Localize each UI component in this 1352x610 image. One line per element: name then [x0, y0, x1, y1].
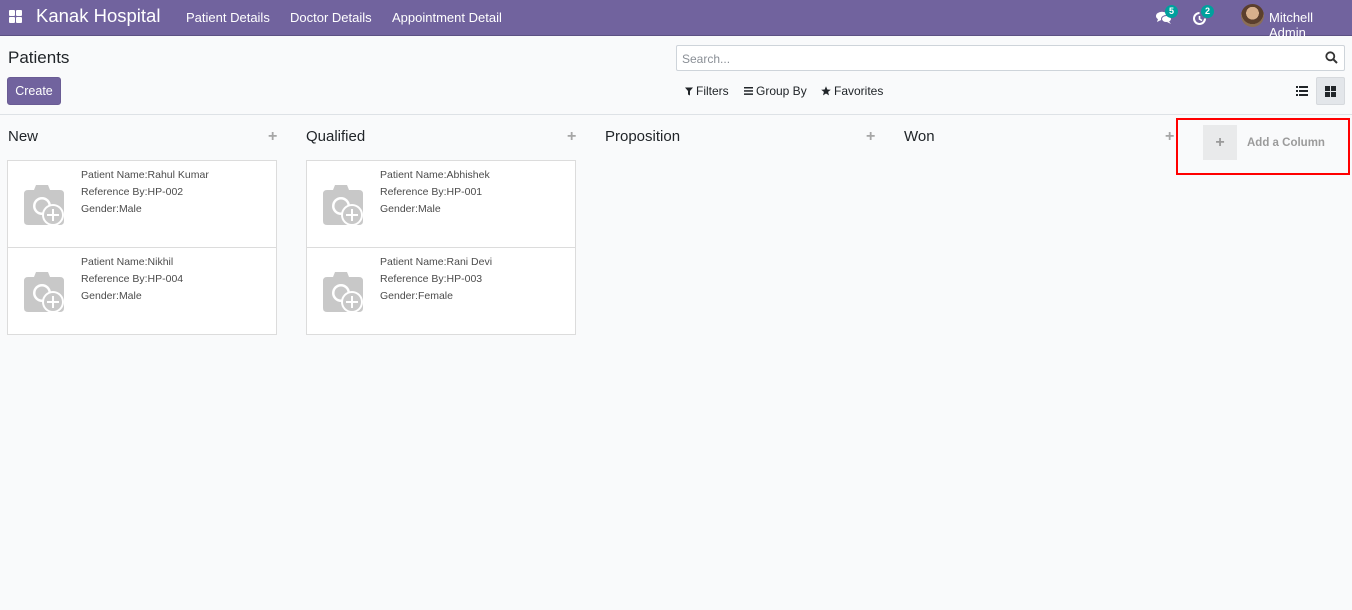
create-button[interactable]: Create: [7, 77, 61, 105]
gender: Gender:Male: [81, 290, 142, 302]
favorites-label: Favorites: [834, 84, 884, 98]
column-title-qualified[interactable]: Qualified: [306, 128, 365, 145]
activities-count-badge: 2: [1201, 5, 1214, 18]
kanban-icon: [1325, 85, 1336, 97]
filters-button[interactable]: Filters: [685, 84, 729, 98]
column-title-proposition[interactable]: Proposition: [605, 128, 680, 145]
patient-name: Patient Name:Rahul Kumar: [81, 169, 209, 181]
kanban-card[interactable]: Patient Name:Abhishek Reference By:HP-00…: [306, 160, 576, 248]
reference-by: Reference By:HP-003: [380, 273, 483, 285]
search-box: [676, 45, 1345, 71]
top-navbar: Kanak Hospital Patient Details Doctor De…: [0, 0, 1352, 40]
messages-count-badge: 5: [1165, 5, 1178, 18]
camera-placeholder-icon: [323, 185, 363, 226]
reference-by: Reference By:HP-001: [380, 186, 483, 198]
search-icon[interactable]: [1325, 51, 1338, 64]
patient-name: Patient Name:Abhishek: [380, 169, 490, 181]
reference-by: Reference By:HP-002: [81, 186, 184, 198]
bars-icon: [744, 87, 753, 95]
menu-doctor-details[interactable]: Doctor Details: [290, 10, 372, 25]
column-quick-add-qualified[interactable]: +: [567, 128, 576, 146]
column-quick-add-proposition[interactable]: +: [866, 128, 875, 146]
camera-placeholder-icon: [323, 272, 363, 313]
column-quick-add-won[interactable]: +: [1165, 128, 1174, 146]
add-column-label[interactable]: Add a Column: [1247, 137, 1325, 149]
camera-placeholder-icon: [24, 185, 64, 226]
apps-menu-icon[interactable]: [9, 10, 22, 23]
kanban-card[interactable]: Patient Name:Nikhil Reference By:HP-004 …: [7, 247, 277, 335]
search-input[interactable]: [682, 50, 1312, 68]
gender: Gender:Male: [81, 203, 142, 215]
page-title: Patients: [8, 48, 70, 67]
add-column-button[interactable]: +: [1203, 125, 1237, 160]
kanban-card[interactable]: Patient Name:Rani Devi Reference By:HP-0…: [306, 247, 576, 335]
favorites-button[interactable]: Favorites: [821, 84, 883, 98]
patient-name: Patient Name:Nikhil: [81, 256, 174, 268]
menu-appointment-detail[interactable]: Appointment Detail: [392, 10, 502, 25]
app-brand[interactable]: Kanak Hospital: [36, 5, 160, 27]
group-by-button[interactable]: Group By: [744, 84, 807, 98]
kanban-board: New + Patient Name:Rahul Kumar Reference…: [0, 116, 1352, 610]
messages-button[interactable]: 5: [1156, 5, 1178, 27]
camera-placeholder-icon: [24, 272, 64, 313]
column-title-won[interactable]: Won: [904, 128, 935, 145]
column-title-new[interactable]: New: [8, 128, 38, 145]
gender: Gender:Female: [380, 290, 453, 302]
control-panel: Patients Create Filters Group By Favorit…: [0, 36, 1352, 115]
user-avatar[interactable]: [1241, 4, 1264, 27]
menu-patient-details[interactable]: Patient Details: [186, 10, 270, 25]
activities-button[interactable]: 2: [1192, 5, 1214, 27]
reference-by: Reference By:HP-004: [81, 273, 184, 285]
list-icon: [1295, 86, 1308, 96]
group-by-label: Group By: [756, 84, 807, 98]
filters-label: Filters: [696, 84, 729, 98]
kanban-card[interactable]: Patient Name:Rahul Kumar Reference By:HP…: [7, 160, 277, 248]
list-view-button[interactable]: [1287, 77, 1316, 105]
gender: Gender:Male: [380, 203, 441, 215]
patient-name: Patient Name:Rani Devi: [380, 256, 493, 268]
star-icon: [821, 86, 831, 96]
plus-icon: +: [1215, 133, 1225, 151]
kanban-view-button[interactable]: [1316, 77, 1345, 105]
filter-icon: [685, 87, 693, 95]
column-quick-add-new[interactable]: +: [268, 128, 277, 146]
